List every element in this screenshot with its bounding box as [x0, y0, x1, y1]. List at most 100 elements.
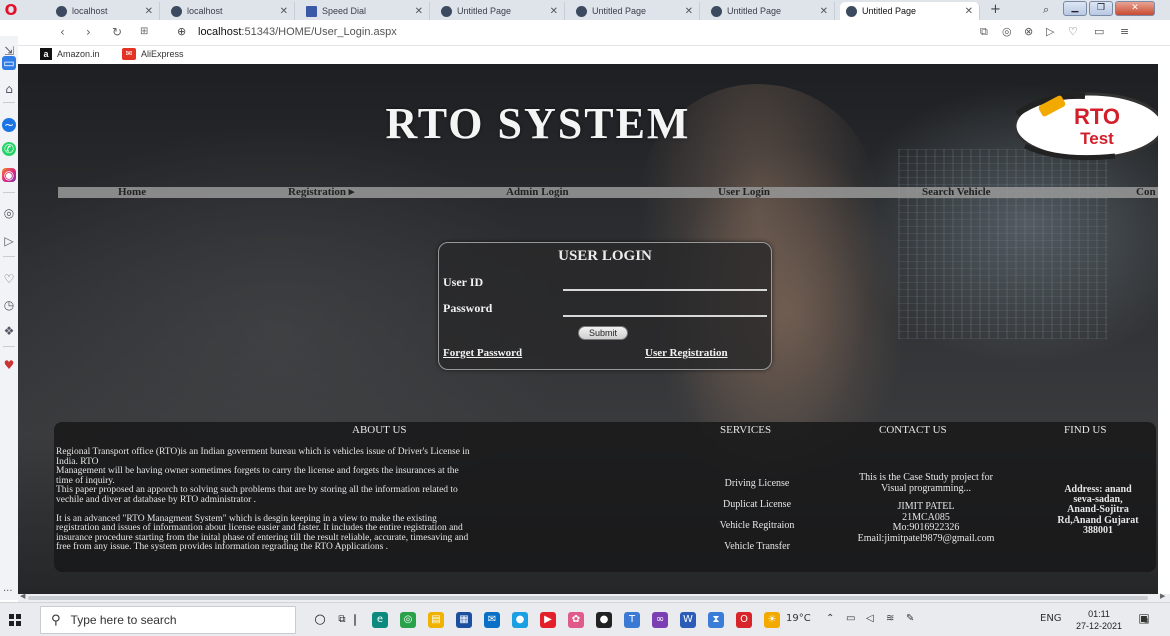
close-icon[interactable]: ✕ — [965, 6, 973, 17]
history-icon[interactable]: ◷ — [2, 298, 16, 312]
shield-icon[interactable]: ⊗ — [1024, 25, 1033, 38]
teams-icon[interactable]: T — [624, 612, 640, 628]
grid-icon[interactable]: ⊞ — [140, 26, 148, 37]
forget-password-link[interactable]: Forget Password — [443, 347, 522, 359]
chrome-icon[interactable]: ◎ — [400, 612, 416, 628]
task-view-icon[interactable]: ⧉ — [334, 612, 350, 628]
forward-icon[interactable]: › — [86, 25, 91, 39]
tab-islands-icon[interactable]: ▭ — [2, 56, 16, 70]
opera-logo-icon[interactable]: O — [4, 2, 18, 18]
send-icon[interactable]: ▷ — [2, 234, 16, 248]
back-icon[interactable]: ‹ — [60, 25, 65, 39]
browser-tab[interactable]: Untitled Page ✕ — [570, 2, 700, 20]
taskbar-clock[interactable]: 01:11 27-12-2021 — [1074, 608, 1124, 632]
service-vehicle-transfer[interactable]: Vehicle Transfer — [702, 541, 812, 552]
browser-tab[interactable]: Untitled Page ✕ — [435, 2, 565, 20]
windows-start-icon[interactable] — [9, 614, 21, 626]
horizontal-scrollbar[interactable]: ◀ ▶ — [18, 592, 1170, 602]
volume-icon[interactable]: ◁ — [866, 613, 874, 624]
notification-icon[interactable]: ▣ 3 — [1136, 611, 1152, 627]
visual-studio-code-icon[interactable]: ⧗ — [708, 612, 724, 628]
menu-item-registration[interactable]: Registration ▸ — [288, 186, 354, 199]
about-line: Management will be having owner sometime… — [56, 466, 459, 477]
close-window-button[interactable]: ✕ — [1115, 1, 1155, 16]
menu-item-contact[interactable]: Con — [1136, 186, 1156, 199]
camera-icon[interactable]: ◎ — [1002, 25, 1012, 38]
photos-icon[interactable]: ✿ — [568, 612, 584, 628]
globe-icon — [846, 5, 857, 17]
user-registration-link[interactable]: User Registration — [645, 347, 728, 359]
close-icon[interactable]: ✕ — [415, 6, 423, 17]
cortana-icon[interactable]: ○ — [312, 612, 328, 628]
more-options-icon[interactable]: ··· — [3, 586, 13, 597]
url-field[interactable]: localhost:51343/HOME/User_Login.aspx — [198, 26, 397, 38]
service-driving-license[interactable]: Driving License — [702, 478, 812, 489]
instagram-icon[interactable]: ◉ — [2, 168, 16, 182]
contact-line: Visual programming... — [881, 482, 971, 494]
search-tabs-icon[interactable]: ⌕ — [1043, 3, 1049, 17]
browser-tab-active[interactable]: Untitled Page ✕ — [840, 2, 980, 20]
user-id-input[interactable] — [563, 275, 767, 291]
contact-us-heading: CONTACT US — [879, 424, 947, 436]
menu-item-admin-login[interactable]: Admin Login — [506, 186, 569, 199]
browser-tab[interactable]: localhost ✕ — [50, 2, 160, 20]
password-input[interactable] — [563, 301, 767, 317]
close-icon[interactable]: ✕ — [685, 6, 693, 17]
bookmark-aliexpress[interactable]: ✉ AliExpress — [122, 48, 184, 60]
pinboard-icon[interactable]: ♥ — [2, 358, 16, 372]
bookmark-amazon[interactable]: a Amazon.in — [40, 48, 100, 60]
show-hidden-icons-chevron-icon[interactable]: ⌃ — [826, 613, 834, 624]
minimize-button[interactable]: ▁ — [1063, 1, 1087, 16]
amazon-icon: a — [40, 48, 52, 60]
messenger-icon[interactable]: ~ — [2, 118, 16, 132]
youtube-icon[interactable]: ▶ — [540, 612, 556, 628]
browser-tab[interactable]: Speed Dial ✕ — [300, 2, 430, 20]
heart-icon[interactable]: ♡ — [2, 272, 16, 286]
battery-icon[interactable]: ▭ — [1094, 25, 1104, 38]
wifi-icon[interactable]: ≋ — [886, 613, 894, 624]
easy-setup-icon[interactable]: ≡ — [1120, 25, 1129, 38]
browser-tab[interactable]: localhost ✕ — [165, 2, 295, 20]
service-vehicle-regitraion[interactable]: Vehicle Regitraion — [702, 520, 812, 531]
edge-icon[interactable]: e — [372, 612, 388, 628]
snapshot-icon[interactable]: ⧉ — [980, 25, 988, 39]
maximize-button[interactable]: ❐ — [1089, 1, 1113, 16]
opera-taskbar-icon[interactable]: O — [736, 612, 752, 628]
file-explorer-icon[interactable]: ▤ — [428, 612, 444, 628]
find-us-heading: FIND US — [1064, 424, 1107, 436]
language-indicator[interactable]: ENG — [1040, 613, 1062, 624]
menu-item-user-login[interactable]: User Login — [718, 186, 770, 199]
service-duplicat-license[interactable]: Duplicat License — [702, 499, 812, 510]
app-icon[interactable]: ● — [512, 612, 528, 628]
close-icon[interactable]: ✕ — [280, 6, 288, 17]
pen-icon[interactable]: ✎ — [906, 613, 914, 624]
reload-icon[interactable]: ↻ — [112, 25, 122, 39]
extensions-icon[interactable]: ❖ — [2, 324, 16, 338]
weather-icon[interactable]: ☀ — [764, 612, 780, 628]
heart-icon[interactable]: ♡ — [1068, 25, 1078, 38]
weather-temperature[interactable]: 19°C — [786, 613, 811, 624]
browser-tab[interactable]: Untitled Page ✕ — [705, 2, 835, 20]
menu-item-home[interactable]: Home — [118, 186, 146, 199]
mail-icon[interactable]: ✉ — [484, 612, 500, 628]
home-icon[interactable]: ⌂ — [2, 82, 16, 96]
send-icon[interactable]: ▷ — [1046, 25, 1054, 38]
submit-button[interactable]: Submit — [578, 326, 628, 340]
battery-icon[interactable]: ▭ — [846, 613, 855, 624]
close-icon[interactable]: ✕ — [145, 6, 153, 17]
store-icon[interactable]: ▦ — [456, 612, 472, 628]
whatsapp-icon[interactable]: ✆ — [2, 142, 16, 156]
scroll-left-icon[interactable]: ◀ — [20, 592, 25, 600]
taskbar-search-box[interactable]: ⚲ Type here to search — [40, 606, 296, 634]
word-icon[interactable]: W — [680, 612, 696, 628]
scrollbar-thumb[interactable] — [28, 596, 1148, 600]
close-icon[interactable]: ✕ — [550, 6, 558, 17]
site-info-globe-icon[interactable]: ⊕ — [177, 25, 186, 38]
new-tab-plus-icon[interactable]: + — [990, 2, 1001, 17]
scroll-right-icon[interactable]: ▶ — [1160, 592, 1165, 600]
github-icon[interactable]: ● — [596, 612, 612, 628]
close-icon[interactable]: ✕ — [820, 6, 828, 17]
menu-item-search-vehicle[interactable]: Search Vehicle — [922, 186, 991, 199]
player-icon[interactable]: ◎ — [2, 206, 16, 220]
visual-studio-icon[interactable]: ∞ — [652, 612, 668, 628]
